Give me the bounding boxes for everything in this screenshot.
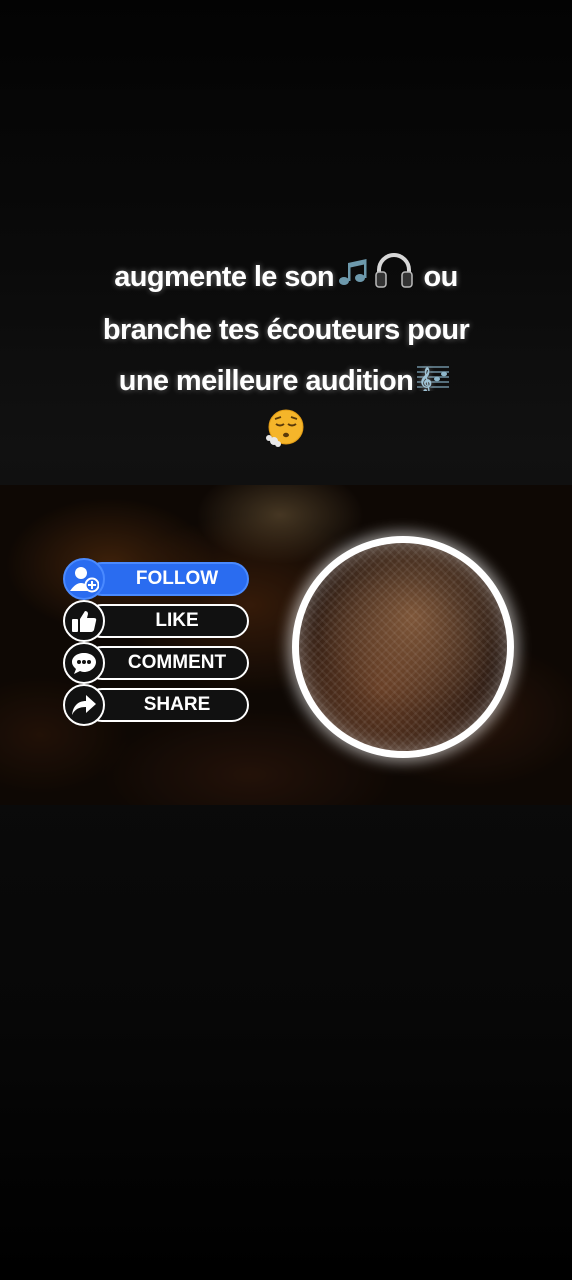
caption-line-4 xyxy=(40,408,532,465)
caption-line-3: une meilleure audition 𝄞 xyxy=(40,356,532,408)
share-button[interactable]: SHARE xyxy=(63,684,249,726)
caption: augmente le son ou branche tes écouteurs… xyxy=(40,252,532,465)
thumbs-up-icon xyxy=(63,600,105,642)
share-arrow-icon xyxy=(63,684,105,726)
headphones-icon xyxy=(374,252,414,305)
caption-text-1a: augmente le son xyxy=(114,261,335,294)
comment-label: COMMENT xyxy=(85,646,249,680)
screen: augmente le son ou branche tes écouteurs… xyxy=(0,0,572,1280)
caption-line-2: branche tes écouteurs pour xyxy=(102,314,470,346)
like-label: LIKE xyxy=(85,604,249,638)
visualizer-ring xyxy=(292,536,514,758)
social-buttons: FOLLOW LIKE COMMENT SHARE xyxy=(63,558,249,728)
follow-label: FOLLOW xyxy=(85,562,249,596)
comment-button[interactable]: COMMENT xyxy=(63,642,249,684)
share-label: SHARE xyxy=(85,688,249,722)
face-exhaling-icon xyxy=(265,408,307,465)
musical-score-icon: 𝄞 xyxy=(415,357,451,408)
caption-line-1: augmente le son ou xyxy=(40,252,532,305)
caption-text-3: une meilleure audition xyxy=(118,365,414,397)
comment-icon xyxy=(63,642,105,684)
follow-button[interactable]: FOLLOW xyxy=(63,558,249,600)
audio-visualizer-orb xyxy=(292,536,514,758)
svg-text:𝄞: 𝄞 xyxy=(419,366,432,391)
caption-text-1b: ou xyxy=(423,261,459,294)
like-button[interactable]: LIKE xyxy=(63,600,249,642)
add-user-icon xyxy=(63,558,105,600)
music-notes-icon xyxy=(336,253,370,304)
